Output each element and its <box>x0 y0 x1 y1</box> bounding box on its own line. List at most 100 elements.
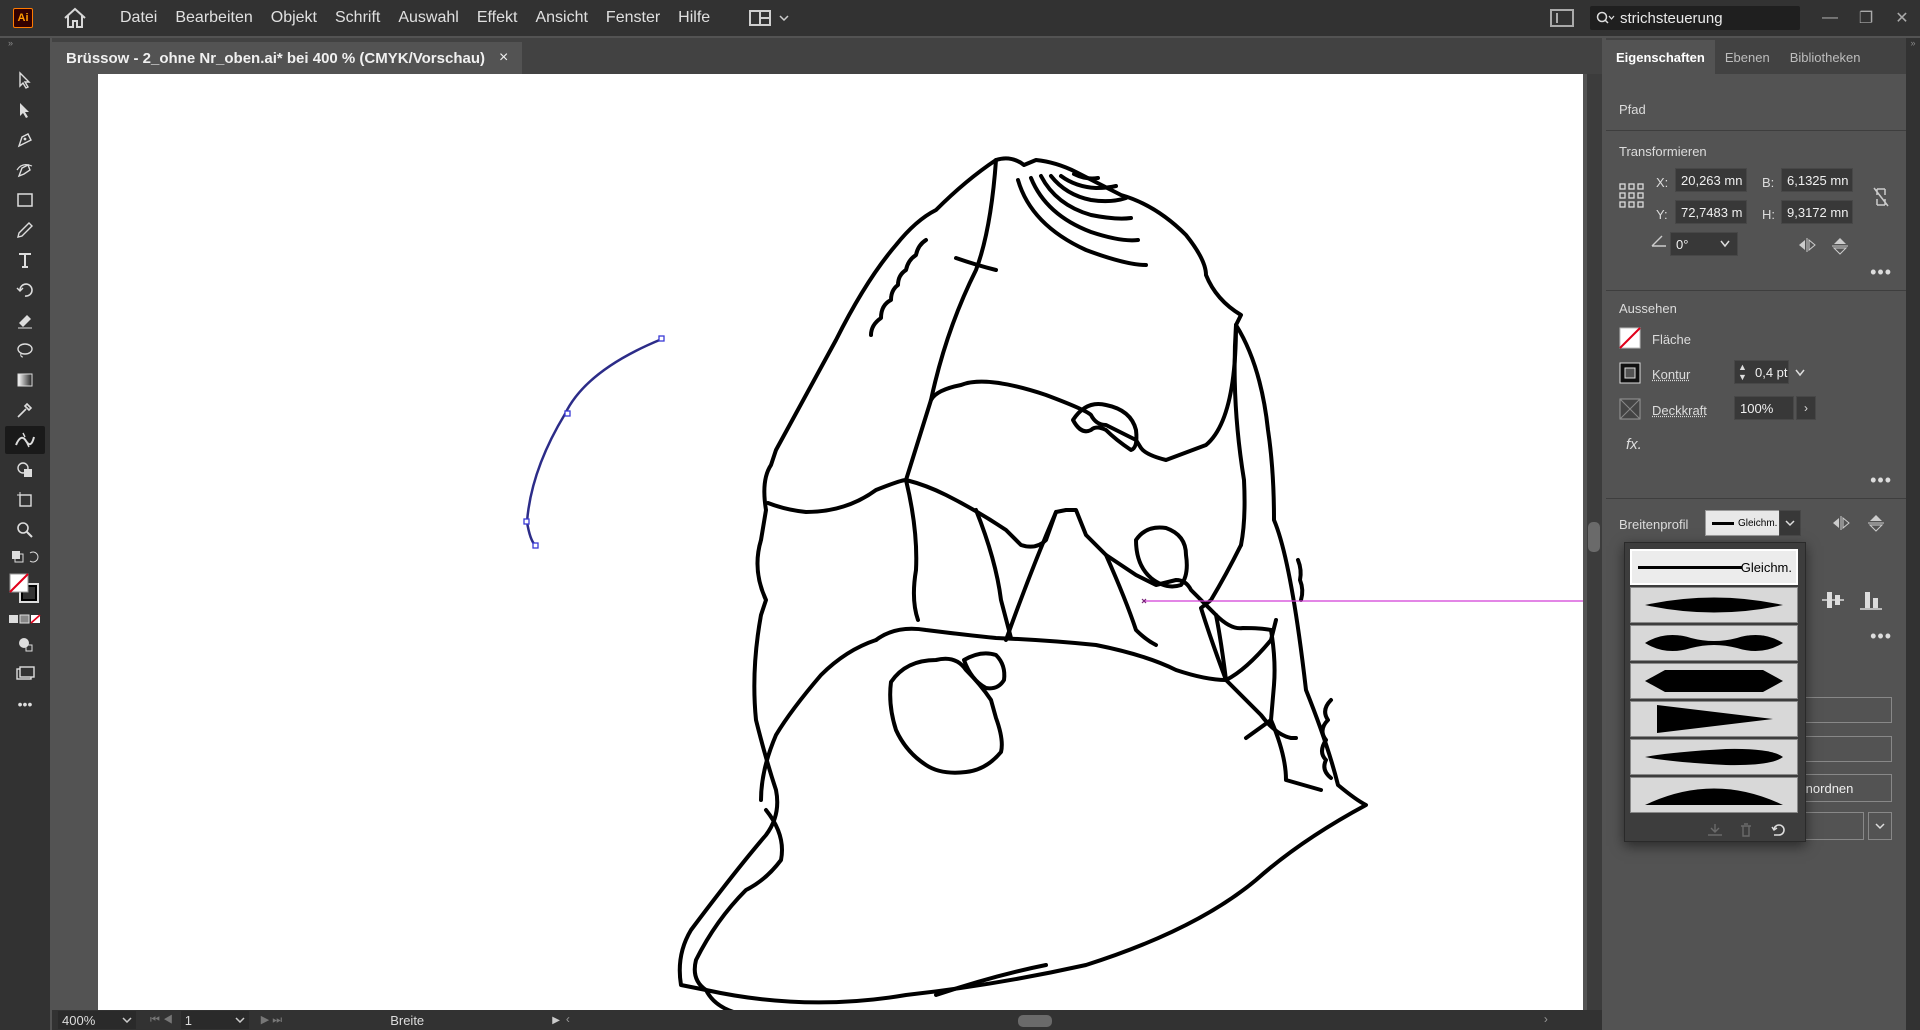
horizontal-scroll-thumb[interactable] <box>1017 1015 1052 1027</box>
opacity-field[interactable]: 100% <box>1734 396 1794 420</box>
transform-title: Transformieren <box>1619 144 1707 159</box>
screen-mode-icon[interactable] <box>5 660 45 688</box>
lasso-tool-icon[interactable] <box>5 336 45 364</box>
reset-profiles-icon[interactable] <box>1771 822 1787 842</box>
more-tools-icon[interactable]: ••• <box>5 690 45 718</box>
fill-none-icon[interactable] <box>1619 327 1641 353</box>
first-artboard-icon[interactable]: ⏮ ◀ <box>150 1014 173 1027</box>
horizontal-scrollbar[interactable]: ‹ › <box>566 1012 1548 1028</box>
w-label: B: <box>1762 175 1775 190</box>
canvas[interactable] <box>52 74 1587 1010</box>
zoom-field[interactable]: 400% <box>58 1011 136 1029</box>
selection-tool-icon[interactable] <box>5 66 45 94</box>
zoom-tool-icon[interactable] <box>5 516 45 544</box>
type-tool-icon[interactable] <box>5 246 45 274</box>
pen-tool-icon[interactable] <box>5 126 45 154</box>
document-tab[interactable]: Brüssow - 2_ohne Nr_oben.ai* bei 400 % (… <box>52 42 523 74</box>
stroke-stepper-icon[interactable]: ▲ ▼ <box>1738 362 1747 382</box>
swap-fill-stroke-icon[interactable] <box>5 546 45 568</box>
width-profile-option-6[interactable] <box>1630 739 1798 775</box>
fill-stroke-swatch-icon[interactable] <box>5 570 45 608</box>
menu-ansicht[interactable]: Ansicht <box>526 9 596 27</box>
width-profile-option-2[interactable] <box>1630 587 1798 623</box>
flip-along-icon[interactable] <box>1832 516 1850 534</box>
shape-builder-tool-icon[interactable] <box>5 456 45 484</box>
pencil-tool-icon[interactable] <box>5 216 45 244</box>
gradient-tool-icon[interactable] <box>5 366 45 394</box>
appearance-more-icon[interactable]: ••• <box>1870 470 1892 491</box>
menu-fenster[interactable]: Fenster <box>597 9 669 27</box>
width-profile-option-5[interactable] <box>1630 701 1798 737</box>
flip-horizontal-icon[interactable] <box>1798 238 1816 256</box>
app-logo: Ai <box>13 8 33 28</box>
restore-button[interactable]: ❐ <box>1848 0 1884 36</box>
menu-bearbeiten[interactable]: Bearbeiten <box>166 9 261 27</box>
angle-icon <box>1650 234 1668 252</box>
menu-hilfe[interactable]: Hilfe <box>669 9 719 27</box>
artboard-navigation-field[interactable]: 1 <box>180 1011 249 1029</box>
chevron-down-icon[interactable] <box>1868 812 1892 840</box>
chevron-down-icon <box>1720 240 1730 248</box>
y-field[interactable]: 72,7483 m <box>1675 200 1747 224</box>
menu-schrift[interactable]: Schrift <box>326 9 389 27</box>
flip-vertical-icon[interactable] <box>1832 237 1848 259</box>
artboard-tool-icon[interactable] <box>5 486 45 514</box>
stroke-label[interactable]: Kontur <box>1652 367 1690 382</box>
width-profile-option-4[interactable] <box>1630 663 1798 699</box>
constrain-proportions-icon[interactable] <box>1872 186 1890 212</box>
panel-collapse-strip[interactable]: » <box>1906 38 1920 1030</box>
chevron-down-icon[interactable] <box>1792 369 1808 377</box>
eyedropper-tool-icon[interactable] <box>5 396 45 424</box>
menu-effekt[interactable]: Effekt <box>468 9 527 27</box>
artboard[interactable] <box>98 74 1583 1010</box>
close-window-button[interactable]: ✕ <box>1884 0 1920 36</box>
color-mode-icons[interactable] <box>5 610 45 628</box>
fx-label[interactable]: fx. <box>1626 436 1642 453</box>
width-profile-option-3[interactable] <box>1630 625 1798 661</box>
status-menu-arrow-icon[interactable]: ▶ <box>552 1015 560 1026</box>
close-tab-icon[interactable]: × <box>499 49 508 67</box>
tab-ebenen[interactable]: Ebenen <box>1715 40 1780 74</box>
height-field[interactable]: 9,3172 mn <box>1781 200 1853 224</box>
collapse-arrows-icon[interactable]: » <box>0 38 50 50</box>
x-label: X: <box>1656 175 1669 190</box>
width-profile-option-uniform[interactable]: Gleichm. <box>1630 549 1798 585</box>
curvature-tool-icon[interactable] <box>5 156 45 184</box>
tab-bibliotheken[interactable]: Bibliotheken <box>1780 40 1871 74</box>
opacity-label[interactable]: Deckkraft <box>1652 403 1707 418</box>
tools-panel: » ••• <box>0 38 50 1030</box>
chevron-down-icon[interactable] <box>1779 510 1801 536</box>
home-icon[interactable] <box>62 6 88 30</box>
reference-point-icon[interactable] <box>1619 183 1645 213</box>
menu-datei[interactable]: Datei <box>111 9 166 27</box>
width-tool-icon[interactable] <box>5 426 45 454</box>
vertical-scroll-thumb[interactable] <box>1588 522 1600 552</box>
draw-mode-icon[interactable] <box>5 630 45 658</box>
align-more-icon[interactable]: ••• <box>1870 626 1892 647</box>
menu-auswahl[interactable]: Auswahl <box>389 9 467 27</box>
width-profile-option-7[interactable] <box>1630 777 1798 813</box>
rotate-tool-icon[interactable] <box>5 276 45 304</box>
angle-field[interactable]: 0° <box>1670 232 1738 256</box>
menu-objekt[interactable]: Objekt <box>262 9 326 27</box>
stroke-swatch-icon[interactable] <box>1619 362 1641 388</box>
rectangle-tool-icon[interactable] <box>5 186 45 214</box>
flip-across-icon[interactable] <box>1868 514 1884 536</box>
search-input[interactable]: strichsteuerung <box>1590 6 1800 30</box>
minimize-button[interactable]: — <box>1812 0 1848 36</box>
align-bottom-icon[interactable] <box>1860 590 1882 614</box>
vertical-scrollbar[interactable] <box>1587 74 1602 1010</box>
tab-eigenschaften[interactable]: Eigenschaften <box>1606 40 1715 74</box>
eraser-tool-icon[interactable] <box>5 306 45 334</box>
width-field[interactable]: 6,1325 mn <box>1781 168 1853 192</box>
last-artboard-icon[interactable]: ▶ ⏭ <box>261 1013 282 1027</box>
x-field[interactable]: 20,263 mn <box>1675 168 1747 192</box>
transform-more-icon[interactable]: ••• <box>1870 262 1892 283</box>
stroke-weight-field[interactable]: ▲ ▼ 0,4 pt <box>1734 360 1789 384</box>
panel-toggle-icon[interactable] <box>1550 9 1574 27</box>
document-title: Brüssow - 2_ohne Nr_oben.ai* bei 400 % (… <box>66 49 485 67</box>
align-center-icon[interactable] <box>1822 590 1844 614</box>
arrange-documents-button[interactable] <box>749 10 789 26</box>
chevron-right-icon[interactable]: › <box>1796 396 1816 420</box>
direct-selection-tool-icon[interactable] <box>5 96 45 124</box>
